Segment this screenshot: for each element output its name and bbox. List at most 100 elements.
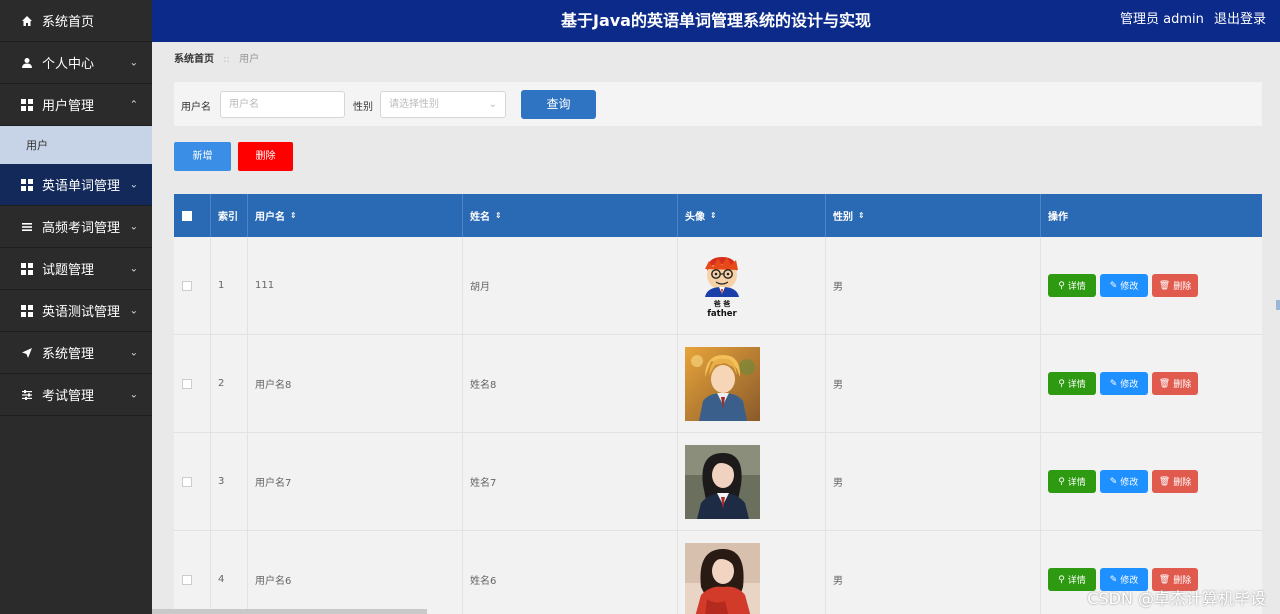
home-icon <box>20 14 34 28</box>
cell-avatar: 爸 爸 father <box>678 237 826 334</box>
chevron-down-icon: ⌄ <box>129 57 138 68</box>
chevron-down-icon: ⌄ <box>129 263 138 274</box>
column-index: 索引 <box>211 194 248 237</box>
avatar-image <box>685 542 760 614</box>
scroll-indicator <box>1276 300 1280 310</box>
cell-gender: 男 <box>826 531 1041 614</box>
row-checkbox[interactable] <box>182 378 192 389</box>
horizontal-scrollbar[interactable] <box>152 609 427 614</box>
grid-icon <box>20 262 34 276</box>
username-input[interactable]: 用户名 <box>220 91 345 118</box>
column-gender[interactable]: 性别 ⇕ <box>826 194 1041 237</box>
select-all-checkbox-cell <box>174 194 211 237</box>
sidebar-item-word-management[interactable]: 英语单词管理 ⌄ <box>0 164 152 206</box>
edit-label: 修改 <box>1120 380 1139 390</box>
sidebar-item-questions[interactable]: 试题管理 ⌄ <box>0 248 152 290</box>
column-label: 性别 <box>833 212 853 223</box>
select-all-checkbox[interactable] <box>182 210 192 221</box>
column-username[interactable]: 用户名 ⇕ <box>248 194 463 237</box>
row-checkbox[interactable] <box>182 574 192 585</box>
trash-icon: 🗑 <box>1158 476 1171 487</box>
row-checkbox-cell <box>174 433 211 530</box>
delete-button[interactable]: 🗑 删除 <box>1152 372 1198 395</box>
cell-username: 用户名6 <box>248 531 463 614</box>
cell-name: 姓名6 <box>463 531 678 614</box>
column-avatar[interactable]: 头像 ⇕ <box>678 194 826 237</box>
trash-icon: 🗑 <box>1158 574 1171 585</box>
sidebar-item-frequent-words[interactable]: 高频考词管理 ⌄ <box>0 206 152 248</box>
delete-button[interactable]: 🗑 删除 <box>1152 470 1198 493</box>
cell-gender: 男 <box>826 237 1041 334</box>
row-checkbox[interactable] <box>182 280 192 291</box>
delete-button[interactable]: 🗑 删除 <box>1152 274 1198 297</box>
sidebar-item-label: 英语测试管理 <box>42 305 121 320</box>
detail-label: 详情 <box>1067 380 1086 390</box>
username-label: 用户名 <box>181 102 211 113</box>
table-row: 2 用户名8 姓名8 男 ⚲ 详情 ✎ 修改 🗑 删除 <box>174 335 1262 433</box>
sidebar-item-user-management[interactable]: 用户管理 ⌃ <box>0 84 152 126</box>
column-label: 头像 <box>685 212 705 223</box>
search-icon: ⚲ <box>1058 476 1065 487</box>
column-label: 姓名 <box>470 212 490 223</box>
header-user-area: 管理员 admin 退出登录 <box>1114 0 1266 40</box>
cell-actions: ⚲ 详情 ✎ 修改 🗑 删除 <box>1041 237 1262 334</box>
sidebar-item-exams[interactable]: 考试管理 ⌄ <box>0 374 152 416</box>
trash-icon: 🗑 <box>1158 378 1171 389</box>
trash-icon: 🗑 <box>1158 280 1171 291</box>
grid-icon <box>20 178 34 192</box>
breadcrumb-separator: :: <box>223 54 230 65</box>
sidebar-subitem-users[interactable]: 用户 <box>0 126 152 164</box>
detail-label: 详情 <box>1067 478 1086 488</box>
chevron-down-icon: ⌄ <box>129 179 138 190</box>
cell-username: 用户名7 <box>248 433 463 530</box>
sidebar-item-label: 试题管理 <box>42 263 95 278</box>
batch-delete-button[interactable]: 删除 <box>238 142 293 171</box>
breadcrumb: 系统首页 :: 用户 <box>174 50 259 65</box>
sidebar-item-label: 用户管理 <box>42 99 95 114</box>
chevron-down-icon: ⌄ <box>129 347 138 358</box>
column-actions: 操作 <box>1048 212 1068 223</box>
row-checkbox-cell <box>174 237 211 334</box>
cell-actions: ⚲ 详情 ✎ 修改 🗑 删除 <box>1041 335 1262 432</box>
gender-select[interactable]: 请选择性别 ⌄ <box>380 91 506 118</box>
grid-icon <box>20 304 34 318</box>
row-checkbox-cell <box>174 531 211 614</box>
row-checkbox[interactable] <box>182 476 192 487</box>
cell-index: 3 <box>211 433 248 530</box>
cell-avatar <box>678 433 826 530</box>
edit-button[interactable]: ✎ 修改 <box>1100 372 1148 395</box>
add-button[interactable]: 新增 <box>174 142 231 171</box>
sidebar-item-home[interactable]: 系统首页 <box>0 0 152 42</box>
search-icon: ⚲ <box>1058 280 1065 291</box>
logout-link[interactable]: 退出登录 <box>1214 12 1266 27</box>
edit-button[interactable]: ✎ 修改 <box>1100 470 1148 493</box>
breadcrumb-home[interactable]: 系统首页 <box>174 54 214 65</box>
cell-index: 2 <box>211 335 248 432</box>
cell-actions: ⚲ 详情 ✎ 修改 🗑 删除 <box>1041 433 1262 530</box>
detail-button[interactable]: ⚲ 详情 <box>1048 372 1096 395</box>
search-bar: 用户名 用户名 性别 请选择性别 ⌄ 查询 <box>174 82 1262 126</box>
sidebar-item-system[interactable]: 系统管理 ⌄ <box>0 332 152 374</box>
gender-placeholder: 请选择性别 <box>389 99 439 110</box>
sidebar-item-profile[interactable]: 个人中心 ⌄ <box>0 42 152 84</box>
edit-button[interactable]: ✎ 修改 <box>1100 274 1148 297</box>
send-icon <box>20 346 34 360</box>
chevron-up-icon: ⌃ <box>129 99 138 110</box>
watermark: CSDN @卓杰计算机毕设 <box>1087 589 1266 608</box>
app-title: 基于Java的英语单词管理系统的设计与实现 <box>561 11 871 30</box>
query-button[interactable]: 查询 <box>521 90 596 119</box>
sort-icon: ⇕ <box>710 211 717 220</box>
column-name[interactable]: 姓名 ⇕ <box>463 194 678 237</box>
table-row: 1 111 胡月 爸 爸 father 男 ⚲ 详情 ✎ 修改 🗑 删除 <box>174 237 1262 335</box>
delete-label: 删除 <box>1173 478 1192 488</box>
detail-button[interactable]: ⚲ 详情 <box>1048 470 1096 493</box>
sidebar: 系统首页 个人中心 ⌄ 用户管理 ⌃ 用户 英语单词管理 ⌄ 高频考词管理 ⌄ … <box>0 0 152 614</box>
sidebar-item-english-tests[interactable]: 英语测试管理 ⌄ <box>0 290 152 332</box>
cell-name: 胡月 <box>463 237 678 334</box>
chevron-down-icon: ⌄ <box>488 99 497 110</box>
avatar-caption-cn: 爸 爸 <box>713 299 730 308</box>
table-header: 索引 用户名 ⇕ 姓名 ⇕ 头像 ⇕ 性别 ⇕ 操作 <box>174 194 1262 237</box>
detail-button[interactable]: ⚲ 详情 <box>1048 274 1096 297</box>
gender-label: 性别 <box>353 102 373 113</box>
sidebar-item-label: 英语单词管理 <box>42 179 121 194</box>
